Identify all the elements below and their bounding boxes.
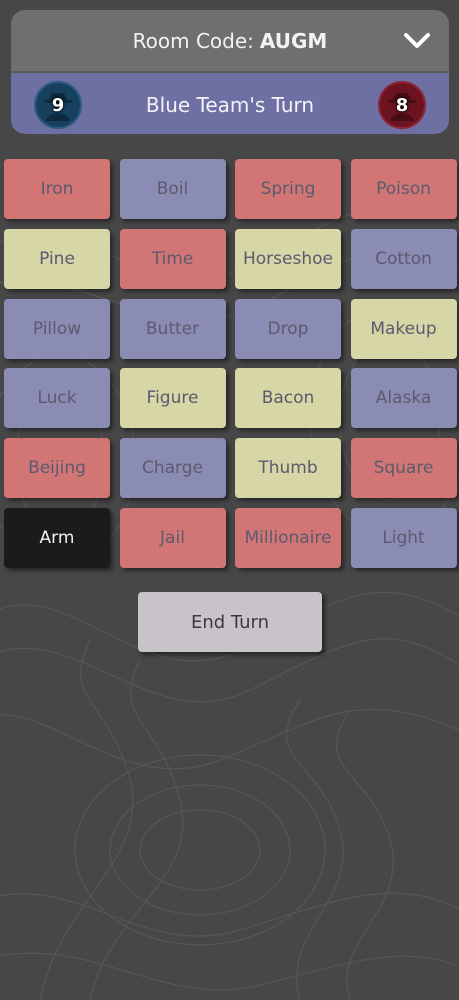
room-code-label: Room Code: [132,28,254,53]
word-card[interactable]: Beijing [4,438,110,499]
red-remaining-count: 8 [395,94,409,116]
word-card[interactable]: Bacon [235,368,341,429]
word-card[interactable]: Pine [4,228,110,289]
game-header: Room Code: AUGM 9 Blue Team's Turn 8 [11,10,449,134]
word-card[interactable]: Poison [350,159,457,219]
end-turn-button[interactable]: End Turn [138,592,322,652]
room-code-bar: Room Code: AUGM [11,10,449,73]
word-card[interactable]: Light [350,507,457,568]
blue-remaining-count: 9 [51,94,65,116]
word-card[interactable]: Horseshoe [235,228,341,289]
word-card[interactable]: Drop [235,298,341,359]
word-card[interactable]: Cotton [350,228,457,289]
word-card[interactable]: Millionaire [235,507,341,568]
word-card[interactable]: Pillow [4,298,110,359]
word-card[interactable]: Makeup [350,298,457,359]
word-card[interactable]: Figure [119,368,226,429]
word-card[interactable]: Spring [235,159,341,219]
word-card[interactable]: Charge [119,438,226,499]
word-card[interactable]: Square [350,438,457,499]
word-card[interactable]: Jail [119,507,226,568]
room-code-value: AUGM [259,28,328,53]
blue-team-counter: 9 [34,81,82,129]
turn-text: Blue Team's Turn [145,92,315,117]
red-team-counter: 8 [378,81,426,129]
word-card[interactable]: Arm [4,507,110,568]
word-card[interactable]: Iron [4,159,110,219]
word-card[interactable]: Luck [4,368,110,429]
word-card[interactable]: Alaska [350,368,457,429]
turn-indicator: 9 Blue Team's Turn 8 [11,73,449,134]
word-card[interactable]: Boil [119,159,226,219]
word-card[interactable]: Thumb [235,438,341,499]
chevron-down-icon[interactable] [403,27,431,53]
word-card-grid: Iron Boil Spring Poison Pine Time Horses… [4,159,457,568]
word-card[interactable]: Butter [119,298,226,359]
word-card[interactable]: Time [119,228,226,289]
